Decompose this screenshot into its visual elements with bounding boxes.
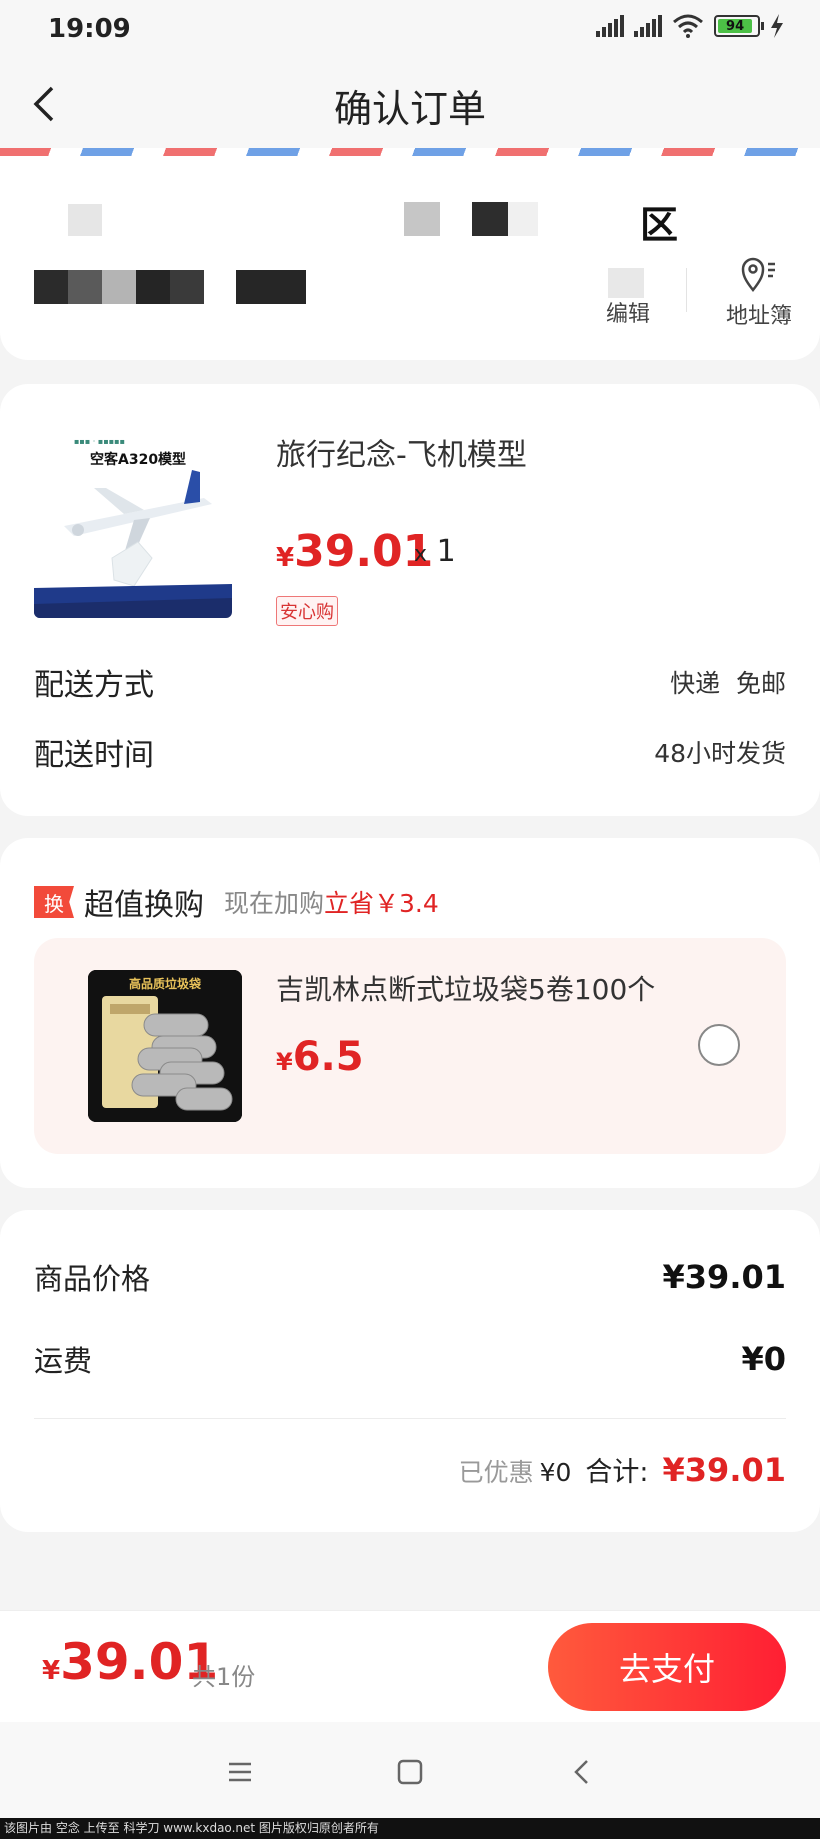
upsell-card: 换 超值换购 现在加购立省￥3.4 高品质垃圾袋 吉凯林点断式垃圾袋5卷100个… — [0, 838, 820, 1188]
upsell-item-image[interactable]: 高品质垃圾袋 — [88, 970, 242, 1122]
charging-icon — [771, 14, 783, 38]
goods-price-value: ¥39.01 — [662, 1258, 786, 1296]
quantity-x: x — [414, 542, 428, 567]
assurance-badge: 安心购 — [276, 596, 338, 626]
goods-price-row: 商品价格 ¥39.01 — [34, 1256, 786, 1298]
item-count: 共1份 — [192, 1663, 256, 1691]
signal-icon-2 — [634, 15, 662, 37]
redacted-phone — [236, 270, 306, 304]
battery-icon: 94 — [714, 15, 764, 37]
product-price-value: 39.01 — [294, 526, 434, 577]
address-card[interactable]: 区 编辑 地址簿 — [0, 148, 820, 360]
currency-symbol: ¥ — [42, 1656, 61, 1686]
delivery-time-row: 配送时间 48小时发货 — [34, 730, 786, 774]
product-price: ¥39.01 — [276, 526, 433, 577]
shipping-label: 配送方式 — [34, 668, 154, 703]
recent-apps-button[interactable] — [220, 1752, 260, 1792]
chevron-left-icon — [574, 1760, 588, 1784]
address-district: 区 — [640, 203, 679, 247]
upsell-item-name[interactable]: 吉凯林点断式垃圾袋5卷100个 — [276, 968, 655, 1008]
upsell-price-value: 6.5 — [292, 1034, 364, 1080]
upsell-header: 换 超值换购 现在加购立省￥3.4 — [34, 880, 439, 924]
upsell-saving: 立省￥3.4 — [324, 889, 439, 918]
total-value: ¥39.01 — [662, 1451, 786, 1489]
total-row: 已优惠 ¥0 合计: ¥39.01 — [459, 1450, 786, 1489]
delivery-value: 48小时发货 — [654, 739, 786, 768]
wifi-icon — [673, 14, 703, 38]
upsell-image-caption: 高品质垃圾袋 — [129, 976, 202, 991]
goods-price-label: 商品价格 — [34, 1262, 151, 1296]
upsell-select-radio[interactable] — [698, 1024, 740, 1066]
redacted-text — [608, 268, 644, 298]
delivery-label: 配送时间 — [34, 738, 154, 773]
svg-text:▪▪▪ · ▪▪▪▪▪: ▪▪▪ · ▪▪▪▪▪ — [74, 437, 125, 446]
upsell-title: 超值换购 — [84, 888, 204, 923]
watermark: 该图片由 空念 上传至 科学刀 www.kxdao.net 图片版权归原创者所有 — [0, 1818, 820, 1839]
menu-icon — [229, 1762, 251, 1782]
location-pin-icon — [741, 257, 775, 293]
home-button[interactable] — [390, 1752, 430, 1792]
status-time: 19:09 — [48, 14, 131, 44]
divider — [686, 268, 687, 312]
currency-symbol: ¥ — [276, 543, 295, 573]
redacted-text — [472, 202, 508, 236]
status-icons: 94 — [596, 14, 784, 38]
status-bar: 19:09 94 — [0, 0, 820, 60]
freight-value: ¥0 — [741, 1340, 786, 1378]
header: 确认订单 — [0, 60, 820, 148]
freight-row: 运费 ¥0 — [34, 1338, 786, 1380]
upsell-sub-prefix: 现在加购 — [224, 889, 325, 918]
square-icon — [397, 1759, 423, 1785]
freight-label: 运费 — [34, 1344, 93, 1378]
system-nav-bar — [0, 1722, 820, 1818]
currency-symbol: ¥ — [276, 1048, 293, 1076]
product-name[interactable]: 旅行纪念-飞机模型 — [276, 430, 527, 474]
redacted-text — [68, 204, 102, 236]
product-quantity: x 1 — [414, 534, 456, 569]
redacted-text — [404, 202, 440, 236]
signal-icon — [596, 15, 624, 37]
shipping-method-row: 配送方式 快递 免邮 — [34, 660, 786, 704]
product-image-caption: 空客A320模型 — [90, 451, 186, 468]
redacted-text — [508, 202, 538, 236]
total-label: 合计: — [585, 1457, 649, 1488]
pay-button[interactable]: 去支付 — [548, 1623, 786, 1711]
product-image[interactable]: ▪▪▪ · ▪▪▪▪▪ 空客A320模型 — [34, 418, 232, 618]
quantity-value: 1 — [436, 534, 456, 569]
system-back-button[interactable] — [562, 1752, 602, 1792]
discount-label: 已优惠 — [458, 1458, 534, 1487]
price-summary-card: 商品价格 ¥39.01 运费 ¥0 已优惠 ¥0 合计: ¥39.01 — [0, 1210, 820, 1532]
battery-level: 94 — [726, 18, 745, 34]
checkout-bar: ¥39.01 共1份 去支付 — [0, 1610, 820, 1722]
discount-value: ¥0 — [539, 1458, 572, 1487]
upsell-item[interactable]: 高品质垃圾袋 吉凯林点断式垃圾袋5卷100个 ¥6.5 — [34, 938, 786, 1154]
upsell-item-price: ¥6.5 — [276, 1034, 364, 1080]
edit-address-button[interactable]: 编辑 — [606, 296, 650, 328]
address-book-button[interactable]: 地址簿 — [716, 254, 802, 330]
redacted-contact — [34, 270, 204, 304]
product-card: ▪▪▪ · ▪▪▪▪▪ 空客A320模型 旅行纪念-飞机模型 ¥39.01 x … — [0, 384, 820, 816]
shipping-value: 快递 免邮 — [670, 669, 786, 698]
divider — [34, 1418, 786, 1419]
upsell-badge: 换 — [34, 886, 74, 918]
airmail-stripe — [0, 148, 820, 156]
upsell-subtitle: 现在加购立省￥3.4 — [224, 884, 439, 920]
page-title: 确认订单 — [333, 87, 486, 131]
address-book-label: 地址簿 — [725, 304, 792, 329]
